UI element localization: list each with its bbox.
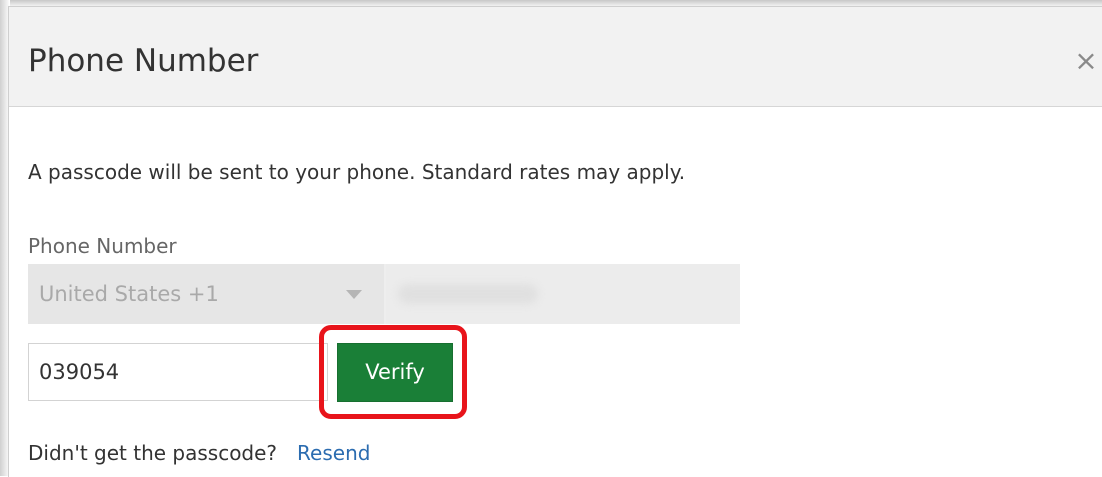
- phone-number-dialog: Phone Number × A passcode will be sent t…: [8, 6, 1102, 477]
- close-icon[interactable]: ×: [1071, 43, 1101, 79]
- country-select-value: United States +1: [39, 282, 219, 306]
- phone-number-row: United States +1: [28, 264, 740, 324]
- resend-link[interactable]: Resend: [297, 441, 370, 465]
- resend-prompt: Didn't get the passcode?: [28, 441, 278, 465]
- phone-number-input[interactable]: [386, 264, 740, 324]
- passcode-input[interactable]: [28, 343, 328, 401]
- chevron-down-icon: [346, 290, 362, 299]
- dialog-header: Phone Number ×: [9, 7, 1102, 107]
- country-select[interactable]: United States +1: [28, 264, 384, 324]
- verify-button[interactable]: Verify: [337, 343, 453, 402]
- phone-number-label: Phone Number: [28, 234, 177, 258]
- info-text: A passcode will be sent to your phone. S…: [28, 160, 686, 184]
- resend-row: Didn't get the passcode? Resend: [28, 440, 370, 466]
- dialog-title: Phone Number: [28, 43, 259, 79]
- blurred-phone-value: [398, 284, 538, 304]
